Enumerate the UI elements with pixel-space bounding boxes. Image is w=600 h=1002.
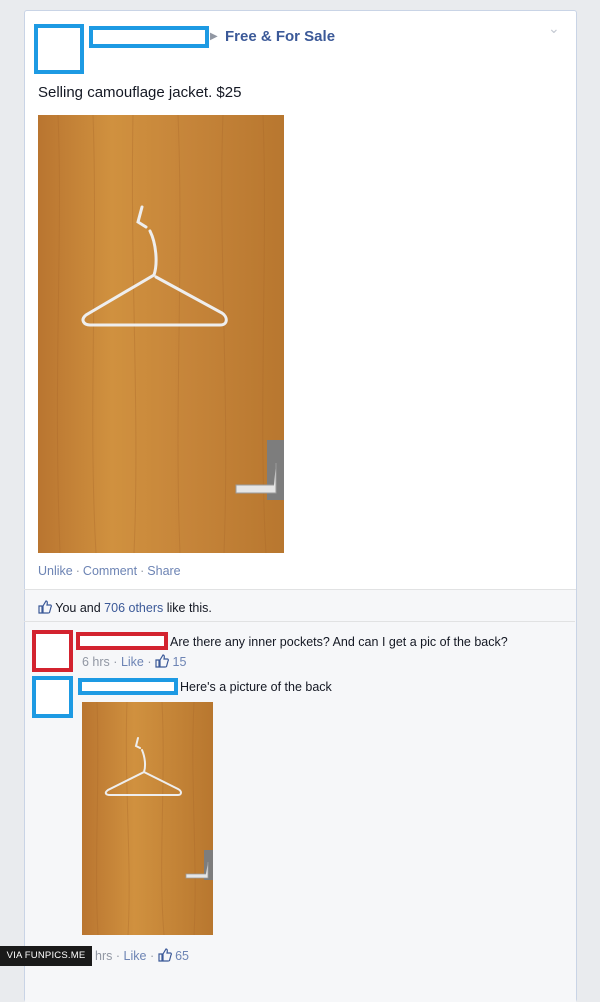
comment-photo[interactable] (82, 702, 213, 935)
thumbs-up-icon (38, 600, 52, 614)
like-summary: You and 706 others like this. (38, 600, 212, 615)
commenter-avatar-redacted[interactable] (32, 676, 73, 718)
poster-avatar-redacted[interactable] (34, 24, 84, 74)
post-text: Selling camouflage jacket. $25 (38, 84, 242, 101)
likes-others-link[interactable]: 706 others (104, 601, 163, 615)
commenter-name-redacted[interactable] (76, 632, 168, 650)
comment-like-count[interactable]: 15 (173, 655, 187, 669)
post-photo[interactable] (38, 115, 284, 553)
comment-text: Here's a picture of the back (180, 680, 332, 694)
commenter-name-redacted[interactable] (78, 678, 178, 695)
thumbs-up-icon (155, 654, 169, 668)
caret-right-icon: ▶ (210, 31, 218, 42)
comment-time[interactable]: 6 hrs (82, 655, 110, 669)
comment-time[interactable]: hrs (95, 949, 112, 963)
group-link[interactable]: Free & For Sale (225, 28, 335, 45)
commenter-avatar-redacted[interactable] (32, 630, 73, 672)
comment-meta: hrs · Like · 65 (95, 948, 189, 963)
chevron-down-icon[interactable]: ⌄ (548, 20, 582, 37)
comment-like-link[interactable]: Like (121, 655, 144, 669)
divider (24, 621, 575, 622)
comment-text: Are there any inner pockets? And can I g… (170, 635, 508, 649)
post-actions: Unlike · Comment · Share (38, 564, 181, 578)
comment-meta: 6 hrs · Like · 15 (82, 654, 187, 669)
unlike-link[interactable]: Unlike (38, 564, 73, 578)
comment-link[interactable]: Comment (83, 564, 137, 578)
watermark-badge: VIA FUNPICS.ME (0, 946, 92, 966)
likes-suffix-text: like this. (166, 601, 212, 615)
comment-like-link[interactable]: Like (124, 949, 147, 963)
share-link[interactable]: Share (147, 564, 180, 578)
divider (24, 589, 575, 590)
poster-name-redacted[interactable] (89, 26, 209, 48)
comment-like-count[interactable]: 65 (175, 949, 189, 963)
likes-you-text: You and (55, 601, 101, 615)
thumbs-up-icon (157, 948, 172, 962)
